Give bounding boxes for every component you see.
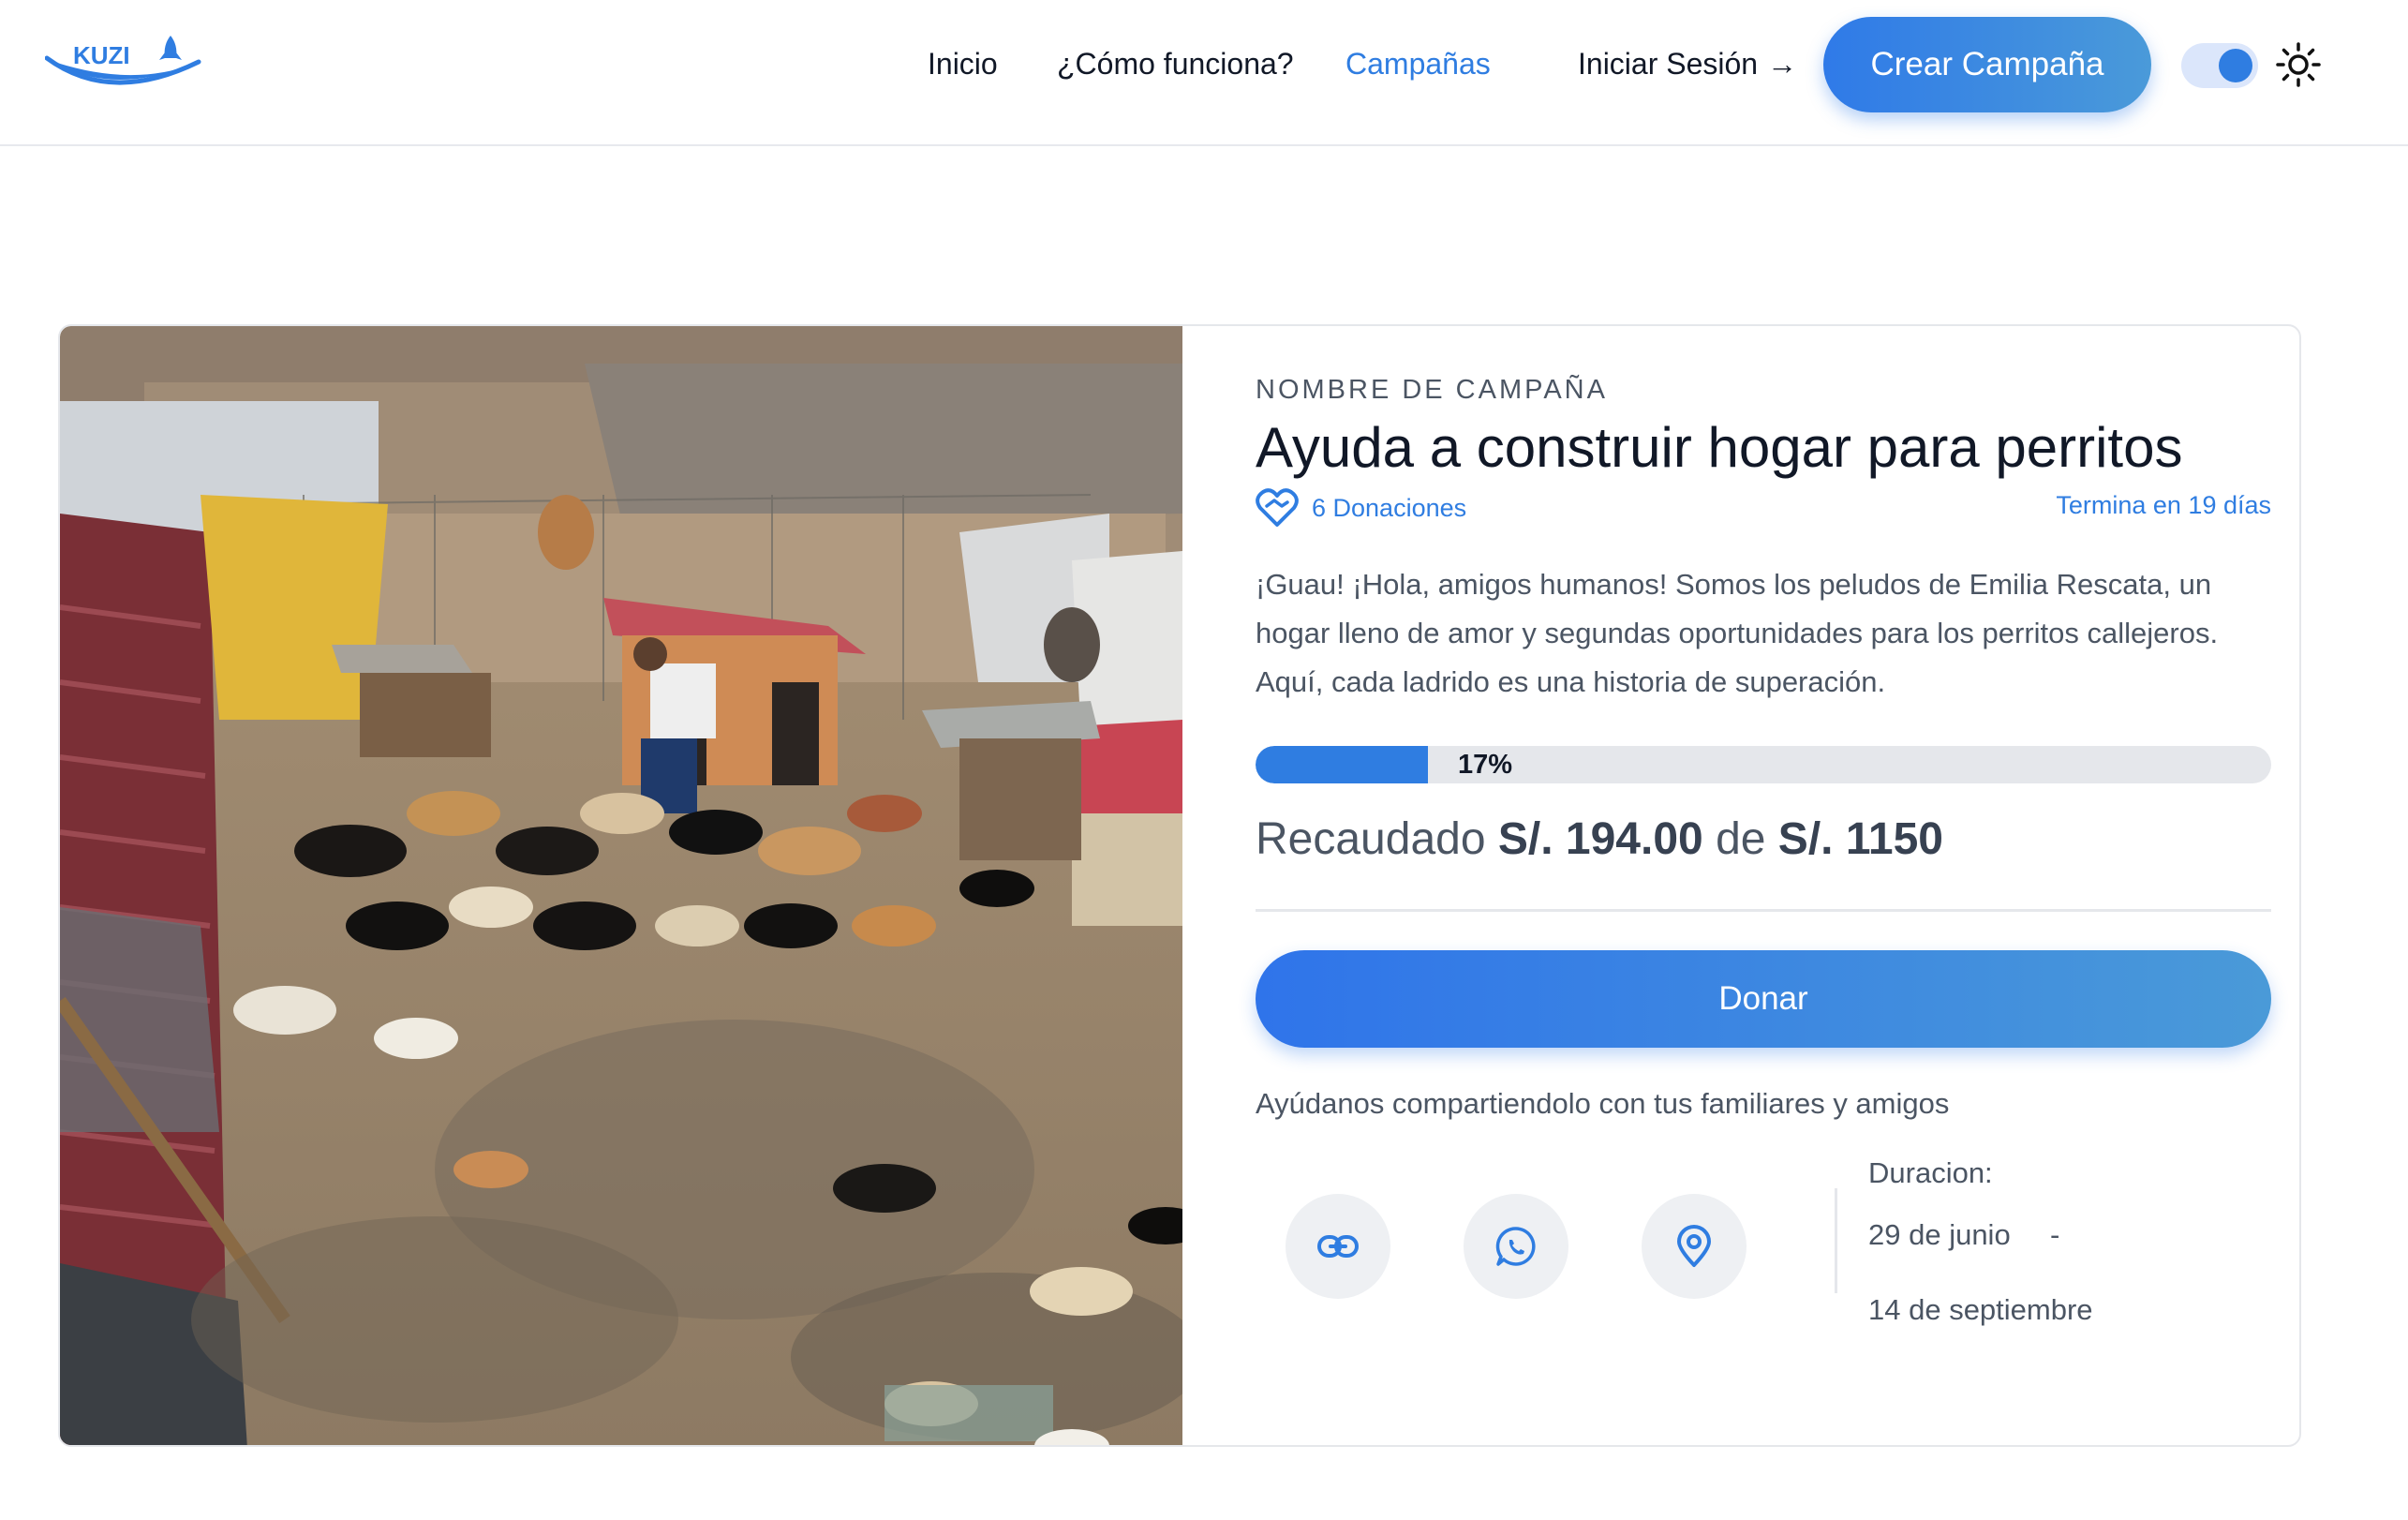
goal-amount: S/. 1150 [1777, 814, 1943, 864]
nav-como-funciona[interactable]: ¿Cómo funciona? [1057, 45, 1294, 82]
kuzi-logo[interactable]: KUZI [44, 32, 204, 94]
duration-separator: - [2050, 1218, 2060, 1251]
duration-start: 29 de junio [1868, 1218, 2011, 1251]
create-campaign-button[interactable]: Crear Campaña [1823, 17, 2151, 112]
duration-divider [1835, 1188, 1837, 1293]
progress-bar: 17% [1256, 746, 2271, 783]
link-icon [1317, 1235, 1359, 1258]
rocket-logo-icon: KUZI [44, 36, 201, 85]
duration-end: 14 de septiembre [1868, 1293, 2093, 1326]
campaign-ends-text: Termina en 19 días [2056, 491, 2271, 519]
donations-count: 6 Donaciones [1256, 487, 1466, 529]
copy-link-button[interactable] [1286, 1194, 1390, 1299]
progress-fill [1256, 746, 1429, 783]
raised-connector: de [1716, 814, 1766, 864]
donations-text: 6 Donaciones [1312, 493, 1467, 522]
campaign-name-label: NOMBRE DE CAMPAÑA [1256, 375, 1608, 405]
raised-amount: S/. 194.00 [1497, 814, 1703, 864]
toggle-knob [2219, 49, 2252, 82]
donate-button[interactable]: Donar [1256, 950, 2271, 1048]
heart-handshake-icon [1256, 488, 1299, 527]
arrow-right-icon: → [1767, 47, 1798, 81]
campaign-info: NOMBRE DE CAMPAÑA Ayuda a construir hoga… [1256, 326, 2271, 1445]
divider [1256, 909, 2271, 912]
campaign-photo [60, 326, 1182, 1445]
share-prompt: Ayúdanos compartiendolo con tus familiar… [1256, 1087, 1950, 1120]
nav-inicio[interactable]: Inicio [928, 45, 998, 82]
sun-icon[interactable] [2275, 41, 2322, 88]
raised-summary: Recaudado S/. 194.00 de S/. 1150 [1256, 810, 1943, 870]
campaign-title: Ayuda a construir hogar para perritos [1256, 416, 2183, 479]
whatsapp-share-button[interactable] [1464, 1194, 1568, 1299]
login-link[interactable]: Iniciar Sesión → [1578, 45, 1797, 82]
progress-percent: 17% [1458, 750, 1513, 780]
location-pin-icon [1677, 1225, 1711, 1267]
whatsapp-icon [1495, 1227, 1536, 1266]
theme-toggle[interactable] [2181, 43, 2258, 88]
svg-text:KUZI: KUZI [73, 41, 130, 69]
raised-prefix: Recaudado [1256, 814, 1486, 864]
campaign-card: NOMBRE DE CAMPAÑA Ayuda a construir hoga… [58, 324, 2301, 1447]
nav-campanas[interactable]: Campañas [1345, 45, 1491, 82]
top-navbar: KUZI Inicio ¿Cómo funciona? Campañas Ini… [0, 0, 2408, 146]
campaign-description: ¡Guau! ¡Hola, amigos humanos! Somos los … [1256, 568, 2219, 698]
login-label: Iniciar Sesión [1578, 47, 1759, 81]
duration-label: Duracion: [1868, 1156, 1993, 1189]
location-button[interactable] [1642, 1194, 1747, 1299]
